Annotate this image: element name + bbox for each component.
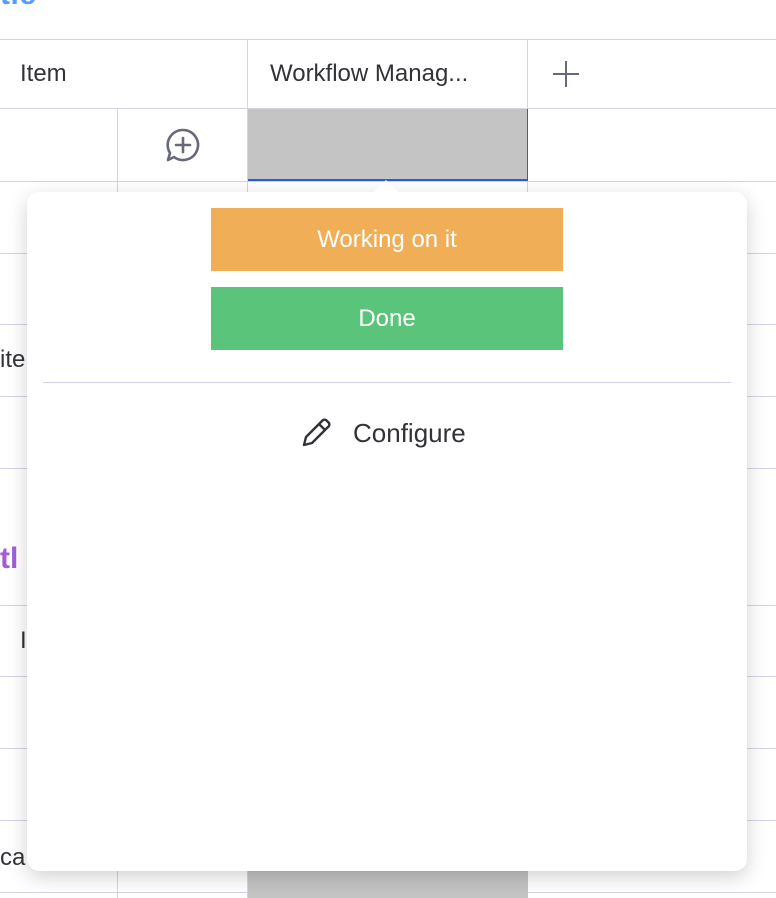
- configure-label: Configure: [353, 417, 466, 448]
- group-title-mid[interactable]: tl: [0, 542, 18, 576]
- column-header-item-label: Item: [20, 60, 67, 87]
- status-picker-popover: Working on it Done Configure: [27, 192, 747, 871]
- status-cell[interactable]: [248, 109, 528, 181]
- item-name-partial[interactable]: ite: [0, 346, 25, 374]
- popover-divider: [43, 382, 731, 383]
- status-label-done[interactable]: Done: [211, 287, 563, 350]
- status-label-text: Working on it: [317, 225, 457, 253]
- item-name-partial[interactable]: ca: [0, 844, 25, 872]
- item-name-partial[interactable]: I: [20, 627, 27, 655]
- configure-labels-button[interactable]: Configure: [299, 412, 466, 454]
- status-label-working-on-it[interactable]: Working on it: [211, 208, 563, 271]
- column-header-status[interactable]: Workflow Manag...: [270, 40, 468, 108]
- plus-icon: [553, 61, 579, 87]
- column-header-status-label: Workflow Manag...: [270, 60, 469, 87]
- add-update-button[interactable]: [118, 109, 247, 181]
- add-column-button[interactable]: [528, 40, 604, 108]
- status-label-text: Done: [358, 304, 416, 332]
- popover-arrow: [373, 180, 399, 193]
- column-header-item[interactable]: Item: [20, 40, 67, 108]
- comment-plus-icon: [165, 128, 199, 162]
- group-title-top[interactable]: tle: [0, 0, 37, 12]
- column-divider: [247, 39, 248, 109]
- status-cell[interactable]: [248, 871, 528, 898]
- pencil-icon: [302, 418, 331, 447]
